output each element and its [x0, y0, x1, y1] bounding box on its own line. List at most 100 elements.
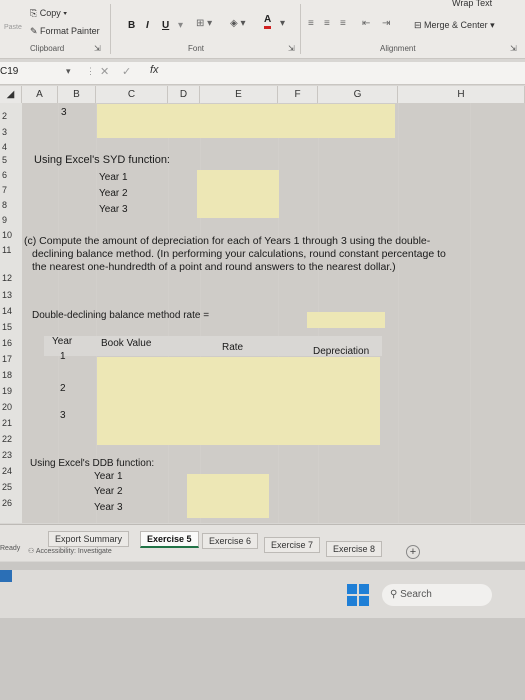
copy-button[interactable]: ⎘ Copy ▾ — [30, 8, 67, 19]
more-options-icon[interactable]: ⋮ — [86, 66, 95, 77]
row-header[interactable]: 9 — [0, 215, 22, 225]
paste-button[interactable]: Paste — [4, 24, 22, 31]
syd-answer-cells[interactable] — [197, 170, 279, 218]
accessibility-icon: ⚇ — [28, 548, 36, 555]
tab-exercise-8[interactable]: Exercise 8 — [326, 541, 383, 557]
ddb-year3: 3 — [60, 410, 66, 421]
row-header[interactable]: 16 — [0, 338, 22, 348]
fill-color-icon[interactable]: ◈ ▾ — [230, 18, 246, 29]
column-header-e[interactable]: E — [200, 86, 278, 103]
clipboard-group-label: Clipboard — [30, 44, 65, 53]
row-header[interactable]: 8 — [0, 200, 22, 210]
accessibility-status[interactable]: ⚇ Accessibility: Investigate — [28, 547, 112, 555]
row-header[interactable]: 15 — [0, 322, 22, 332]
ddb-rate-label: Double-declining balance method rate = — [32, 310, 210, 321]
tab-exercise-7[interactable]: Exercise 7 — [264, 537, 321, 553]
column-header-c[interactable]: C — [96, 86, 168, 103]
wrap-text-button[interactable]: Wrap Text — [452, 0, 492, 8]
app-indicator-icon[interactable] — [0, 570, 12, 582]
select-all-corner[interactable]: ◢ — [0, 86, 22, 103]
row-header[interactable]: 21 — [0, 418, 22, 428]
ddb-function-label: Using Excel's DDB function: — [30, 458, 155, 469]
underline-dropdown-icon[interactable]: ▾ — [178, 20, 183, 31]
italic-button[interactable]: I — [146, 20, 149, 31]
row-header[interactable]: 17 — [0, 354, 22, 364]
merge-center-button[interactable]: ⊟ Merge & Center ▾ — [414, 20, 495, 31]
taskbar-search-box[interactable]: ⚲ Search — [382, 584, 492, 606]
column-headers: ◢ A B C D E F G H — [0, 86, 525, 104]
syd-year3-label: Year 3 — [99, 204, 128, 215]
part-c-instructions-line3: the nearest one-hundredth of a point and… — [32, 261, 396, 273]
syd-year1-label: Year 1 — [99, 172, 128, 183]
row-header[interactable]: 24 — [0, 466, 22, 476]
row-header[interactable]: 3 — [0, 127, 22, 137]
syd-function-label: Using Excel's SYD function: — [34, 154, 170, 166]
align-right-icon[interactable]: ≡ — [340, 18, 346, 29]
row-header[interactable]: 7 — [0, 185, 22, 195]
row-header[interactable]: 14 — [0, 306, 22, 316]
column-header-d[interactable]: D — [168, 86, 200, 103]
formula-bar: C19 ▾ ⋮ ✕ ✓ fx — [0, 62, 525, 85]
cancel-icon[interactable]: ✕ — [100, 65, 109, 78]
ddb-year2-label: Year 2 — [94, 486, 123, 497]
clipboard-launcher-icon[interactable]: ⇲ — [94, 44, 101, 53]
ddb-function-answer-cells[interactable] — [187, 474, 269, 518]
decrease-indent-icon[interactable]: ⇤ — [362, 18, 370, 29]
name-box[interactable]: C19 — [0, 66, 18, 77]
copy-icon: ⎘ — [30, 8, 40, 18]
format-painter-button[interactable]: ✎ Format Painter — [30, 26, 100, 37]
row-header[interactable]: 20 — [0, 402, 22, 412]
row-header[interactable]: 19 — [0, 386, 22, 396]
bold-button[interactable]: B — [128, 20, 135, 31]
part-c-instructions-line2: declining balance method. (In performing… — [32, 248, 446, 260]
row-header[interactable]: 2 — [0, 111, 22, 121]
tab-exercise-5[interactable]: Exercise 5 — [140, 531, 199, 548]
ddb-year1-label: Year 1 — [94, 471, 123, 482]
font-group-label: Font — [188, 44, 205, 53]
align-left-icon[interactable]: ≡ — [308, 18, 314, 29]
name-box-dropdown-icon[interactable]: ▾ — [66, 66, 71, 77]
syd-year2-label: Year 2 — [99, 188, 128, 199]
ddb-year3-label: Year 3 — [94, 502, 123, 513]
windows-start-icon[interactable] — [347, 584, 369, 606]
align-center-icon[interactable]: ≡ — [324, 18, 330, 29]
font-color-icon[interactable]: A — [264, 14, 272, 29]
column-header-a[interactable]: A — [22, 86, 58, 103]
row-header[interactable]: 13 — [0, 290, 22, 300]
row-header[interactable]: 26 — [0, 498, 22, 508]
insert-function-button[interactable]: fx — [150, 64, 159, 76]
alignment-group-label: Alignment — [380, 44, 416, 53]
merge-icon: ⊟ — [414, 20, 425, 30]
column-header-b[interactable]: B — [58, 86, 96, 103]
row-header[interactable]: 18 — [0, 370, 22, 380]
borders-icon[interactable]: ⊞ ▾ — [196, 18, 212, 29]
row-header[interactable]: 22 — [0, 434, 22, 444]
tab-export-summary[interactable]: Export Summary — [48, 531, 130, 547]
underline-button[interactable]: U — [162, 20, 169, 31]
add-sheet-icon[interactable]: + — [406, 545, 420, 559]
font-color-dropdown-icon[interactable]: ▾ — [280, 18, 285, 29]
answer-cells-top[interactable] — [97, 104, 395, 138]
enter-icon[interactable]: ✓ — [122, 65, 131, 78]
taskbar: ⚲ Search — [0, 570, 525, 618]
font-launcher-icon[interactable]: ⇲ — [288, 44, 295, 53]
brush-icon: ✎ — [30, 26, 41, 36]
column-header-h[interactable]: H — [398, 86, 525, 103]
column-header-g[interactable]: G — [318, 86, 398, 103]
ddb-table-answer-cells[interactable] — [97, 357, 380, 445]
increase-indent-icon[interactable]: ⇥ — [382, 18, 390, 29]
row-header[interactable]: 23 — [0, 450, 22, 460]
row-header[interactable]: 11 — [0, 245, 22, 255]
tab-exercise-6[interactable]: Exercise 6 — [202, 533, 259, 549]
row-header[interactable]: 10 — [0, 230, 22, 240]
row-header[interactable]: 12 — [0, 273, 22, 283]
ddb-rate-answer-cell[interactable] — [307, 312, 385, 328]
row-header[interactable]: 6 — [0, 170, 22, 180]
row-header[interactable]: 25 — [0, 482, 22, 492]
column-header-f[interactable]: F — [278, 86, 318, 103]
row-header[interactable]: 5 — [0, 155, 22, 165]
cell-b-value: 3 — [61, 107, 67, 118]
alignment-launcher-icon[interactable]: ⇲ — [510, 44, 517, 53]
rate-column-header: Rate — [222, 342, 244, 353]
row-header[interactable]: 4 — [0, 142, 22, 152]
